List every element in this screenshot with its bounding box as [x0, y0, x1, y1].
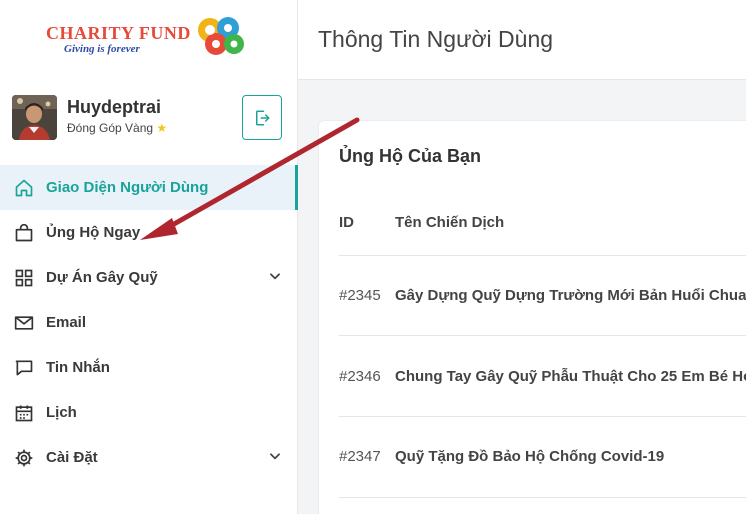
sidebar-item-label: Ủng Hộ Ngay [46, 224, 141, 241]
card-title: Ủng Hộ Của Bạn [339, 146, 481, 166]
chevron-down-icon[interactable] [268, 269, 282, 283]
shopping-bag-icon [14, 223, 34, 243]
sidebar-item-settings[interactable]: Cài Đặt [0, 435, 298, 480]
charity-fund-logo[interactable]: CHARITY FUND Giving is forever [44, 14, 254, 64]
table-row-id: #2347 [339, 448, 381, 465]
page-title: Thông Tin Người Dùng [318, 26, 554, 52]
grid-icon [14, 268, 34, 288]
mail-icon [14, 313, 34, 333]
logout-icon [256, 110, 270, 125]
chevron-down-icon[interactable] [268, 449, 282, 463]
sidebar: CHARITY FUND Giving is forever Huydeptra… [0, 0, 298, 514]
star-icon: ★ [156, 121, 168, 135]
avatar[interactable] [12, 95, 57, 140]
member-tier: Đóng Góp Vàng ★ [67, 121, 167, 135]
calendar-icon [14, 403, 34, 423]
table-divider [339, 255, 746, 256]
table-divider [339, 335, 746, 336]
header-bar: Thông Tin Người Dùng [298, 0, 746, 80]
table-row-campaign[interactable]: Chung Tay Gây Quỹ Phẫu Thuật Cho 25 Em B… [395, 368, 746, 385]
logout-button[interactable] [242, 95, 282, 140]
sidebar-item-label: Lịch [46, 404, 77, 421]
table-divider [339, 416, 746, 417]
sidebar-item-dashboard[interactable]: Giao Diện Người Dùng [0, 165, 298, 210]
table-divider [339, 497, 746, 498]
column-header-campaign-name[interactable]: Tên Chiến Dịch [395, 214, 504, 231]
column-header-id[interactable]: ID [339, 214, 354, 231]
member-tier-label: Đóng Góp Vàng [67, 121, 154, 135]
chat-icon [14, 358, 34, 378]
logo-brand-name: CHARITY FUND [46, 23, 191, 43]
sidebar-item-email[interactable]: Email [0, 300, 298, 345]
home-icon [14, 178, 34, 198]
sidebar-item-label: Email [46, 314, 87, 331]
table-row-campaign[interactable]: Gây Dựng Quỹ Dựng Trường Mới Bản Huổi Ch… [395, 287, 746, 304]
logo-tagline: Giving is forever [64, 43, 140, 55]
sidebar-item-label: Dự Án Gây Quỹ [46, 269, 158, 286]
sidebar-item-label: Giao Diện Người Dùng [46, 179, 209, 196]
logo-emblem-icon [198, 17, 244, 55]
table-row-id: #2345 [339, 287, 381, 304]
sidebar-item-fundraising-projects[interactable]: Dự Án Gây Quỹ [0, 255, 298, 300]
sidebar-item-calendar[interactable]: Lịch [0, 390, 298, 435]
table-row-id: #2346 [339, 368, 381, 385]
username: Huydeptrai [67, 97, 162, 117]
table-row-campaign[interactable]: Quỹ Tặng Đồ Bảo Hộ Chống Covid-19 [395, 448, 746, 465]
sidebar-item-label: Tin Nhắn [46, 359, 110, 376]
sidebar-item-label: Cài Đặt [46, 449, 98, 466]
donations-card: Ủng Hộ Của Bạn ID Tên Chiến Dịch #2345 G… [318, 120, 746, 514]
gear-icon [14, 448, 34, 468]
sidebar-item-messages[interactable]: Tin Nhắn [0, 345, 298, 390]
user-profile: Huydeptrai Đóng Góp Vàng ★ [12, 95, 292, 145]
sidebar-nav: Giao Diện Người Dùng Ủng Hộ Ngay Dự Án G… [0, 165, 298, 480]
sidebar-item-donate-now[interactable]: Ủng Hộ Ngay [0, 210, 298, 255]
